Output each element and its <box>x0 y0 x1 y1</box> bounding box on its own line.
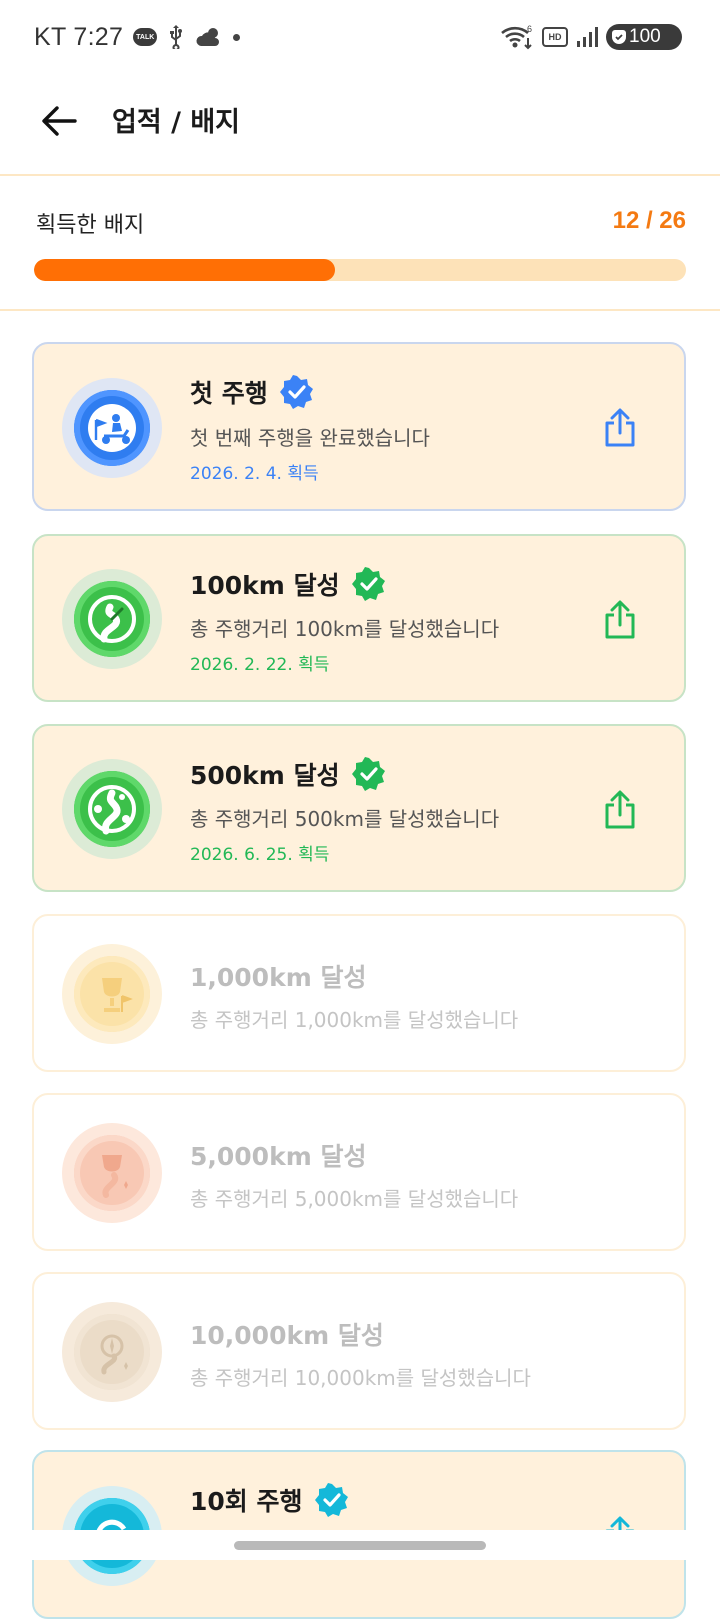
status-carrier-time: KT 7:27 <box>34 22 124 51</box>
verified-check-icon <box>351 567 385 601</box>
kakaotalk-icon: TALK <box>133 28 158 46</box>
badge-title: 5,000km 달성 <box>190 1142 367 1171</box>
usb-icon <box>167 25 185 49</box>
badge-earned-date: 2026. 6. 25. 획득 <box>190 845 330 865</box>
badge-earned-date: 2026. 2. 4. 획득 <box>190 464 319 484</box>
back-button[interactable] <box>26 88 92 154</box>
badge-card[interactable]: 첫 주행 첫 번째 주행을 완료했습니다 2026. 2. 4. 획득 <box>32 342 686 511</box>
divider <box>0 309 720 311</box>
weather-cloudy-icon <box>195 26 223 48</box>
signal-icon <box>576 26 598 48</box>
badge-card[interactable]: 500km 달성 총 주행거리 500km를 달성했습니다 2026. 6. 2… <box>32 724 686 892</box>
badge-medal <box>62 569 162 669</box>
badge-medal <box>62 1302 162 1402</box>
battery-indicator: 100 <box>606 24 682 50</box>
divider <box>0 174 720 176</box>
share-icon <box>605 600 635 639</box>
battery-level: 100 <box>629 26 661 47</box>
hd-voice-icon: HD <box>542 27 568 47</box>
badge-card-locked[interactable]: 5,000km 달성 총 주행거리 5,000km를 달성했습니다 <box>32 1093 686 1251</box>
compass-medal-icon <box>100 1334 128 1375</box>
wifi-icon: 6 <box>500 24 534 50</box>
badge-medal <box>62 1123 162 1223</box>
badge-card[interactable]: 100km 달성 총 주행거리 100km를 달성했습니다 2026. 2. 2… <box>32 534 686 702</box>
verified-check-icon <box>314 1483 348 1517</box>
status-bar: KT 7:27 TALK 6 HD 100 <box>0 0 720 72</box>
progress-bar <box>34 259 686 281</box>
share-button[interactable] <box>600 598 640 642</box>
arrow-left-icon <box>42 106 77 136</box>
app-bar: 업적 / 배지 <box>0 72 720 174</box>
trophy-road-icon <box>102 1155 128 1198</box>
share-icon <box>605 408 635 447</box>
badge-card-locked[interactable]: 1,000km 달성 총 주행거리 1,000km를 달성했습니다 <box>32 914 686 1072</box>
badge-description: 총 주행거리 10,000km를 달성했습니다 <box>190 1366 531 1390</box>
verified-check-icon <box>279 375 313 409</box>
badge-description: 총 주행거리 1,000km를 달성했습니다 <box>190 1008 519 1032</box>
share-button[interactable] <box>600 406 640 450</box>
badge-description: 첫 번째 주행을 완료했습니다 <box>190 426 430 450</box>
share-icon <box>605 790 635 829</box>
badge-title: 1,000km 달성 <box>190 963 367 992</box>
page-title: 업적 / 배지 <box>112 107 241 138</box>
badge-description: 총 주행거리 5,000km를 달성했습니다 <box>190 1187 519 1211</box>
road-pins-icon <box>88 785 136 835</box>
badge-title: 첫 주행 <box>190 374 314 410</box>
badge-earned-date: 2026. 2. 22. 획득 <box>190 655 330 675</box>
share-button[interactable] <box>600 788 640 832</box>
badge-description: 총 주행거리 100km를 달성했습니다 <box>190 617 500 641</box>
badge-card-locked[interactable]: 10,000km 달성 총 주행거리 10,000km를 달성했습니다 <box>32 1272 686 1430</box>
shield-icon <box>612 30 626 44</box>
home-indicator[interactable] <box>234 1541 486 1550</box>
progress-label: 획득한 배지 <box>36 213 145 238</box>
notification-dot-icon <box>233 33 241 41</box>
badge-title: 10,000km 달성 <box>190 1321 384 1350</box>
scooter-rider-icon <box>88 404 136 452</box>
verified-check-icon <box>351 757 385 791</box>
progress-count: 12 / 26 <box>612 207 686 234</box>
badge-medal <box>62 759 162 859</box>
badge-title: 500km 달성 <box>190 756 386 792</box>
progress-fill <box>34 259 335 281</box>
badge-medal <box>62 378 162 478</box>
svg-text:6: 6 <box>527 24 532 34</box>
trophy-flag-icon <box>102 978 133 1012</box>
badge-title: 100km 달성 <box>190 566 386 602</box>
badge-title: 10회 주행 <box>190 1482 349 1518</box>
badge-description: 총 주행거리 500km를 달성했습니다 <box>190 807 500 831</box>
speedometer-road-icon <box>88 595 136 643</box>
badge-medal <box>62 944 162 1044</box>
